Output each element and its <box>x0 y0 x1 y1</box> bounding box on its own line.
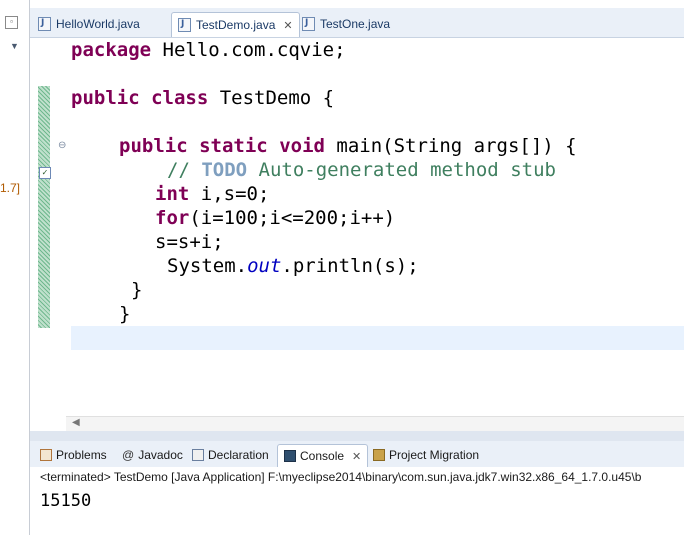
at-icon: @ <box>122 448 135 462</box>
task-marker-icon[interactable]: ✓ <box>39 167 51 179</box>
code-line-9: } <box>131 279 143 301</box>
code-line-5: int i,s=0; <box>155 183 270 205</box>
console-view[interactable]: <terminated> TestDemo [Java Application]… <box>30 467 684 535</box>
java-file-icon <box>178 18 191 32</box>
tab-helloworld[interactable]: HelloWorld.java <box>38 12 140 36</box>
migration-icon <box>373 449 385 461</box>
code-line-7: s=s+i; <box>155 231 224 253</box>
java-file-icon <box>38 17 51 31</box>
console-icon <box>284 450 296 462</box>
tab-testdemo[interactable]: TestDemo.java ✕ <box>171 12 300 37</box>
tab-label: Console <box>300 449 345 463</box>
tab-testone[interactable]: TestOne.java <box>302 12 390 36</box>
bottom-panel-tab-bar: Problems @ Javadoc Declaration Console ✕… <box>30 441 684 468</box>
tab-label: Project Migration <box>389 448 480 462</box>
tab-label: Problems <box>56 448 107 462</box>
code-editor[interactable]: package Hello.com.cqvie; public class Te… <box>66 38 684 416</box>
console-output: 15150 <box>40 491 92 511</box>
tab-label: Declaration <box>208 448 269 462</box>
console-status-line: <terminated> TestDemo [Java Application]… <box>40 470 642 484</box>
tab-label: Javadoc <box>138 448 183 462</box>
editor-tab-bar: HelloWorld.java TestDemo.java ✕ TestOne.… <box>30 8 684 38</box>
tab-label: TestOne.java <box>320 17 391 31</box>
code-line-2: public class TestDemo { <box>71 87 335 109</box>
restore-icon[interactable]: ▫ <box>5 16 18 29</box>
truncated-tree-text: 1.7] <box>0 181 21 195</box>
close-icon[interactable]: ✕ <box>283 19 292 32</box>
code-line-10: } <box>119 303 131 325</box>
code-line-3: public static void main(String args[]) { <box>119 135 577 157</box>
tab-console[interactable]: Console ✕ <box>277 444 369 467</box>
tab-project-migration[interactable]: Project Migration <box>373 444 479 466</box>
tab-problems[interactable]: Problems <box>40 444 107 466</box>
java-file-icon <box>302 17 315 31</box>
quick-diff-bar <box>38 86 50 328</box>
tab-javadoc[interactable]: @ Javadoc <box>122 444 183 466</box>
tab-label: HelloWorld.java <box>56 17 140 31</box>
view-menu-icon[interactable]: ▼ <box>10 41 19 51</box>
declaration-icon <box>192 449 204 461</box>
code-line-4-comment: // TODO Auto-generated method stub <box>167 159 556 181</box>
panel-separator[interactable] <box>30 431 684 441</box>
tab-declaration[interactable]: Declaration <box>192 444 269 466</box>
close-icon[interactable]: ✕ <box>352 450 361 463</box>
code-line-8: System.out.println(s); <box>167 255 419 277</box>
problems-icon <box>40 449 52 461</box>
tab-label: TestDemo.java <box>196 18 276 32</box>
horizontal-scrollbar[interactable]: ◀ <box>66 416 684 431</box>
code-line-1: package Hello.com.cqvie; <box>71 39 346 61</box>
code-line-6: for(i=100;i<=200;i++) <box>155 207 396 229</box>
scroll-left-icon[interactable]: ◀ <box>72 417 80 428</box>
left-panel-strip: ▫ ▼ 1.7] <box>0 0 30 535</box>
